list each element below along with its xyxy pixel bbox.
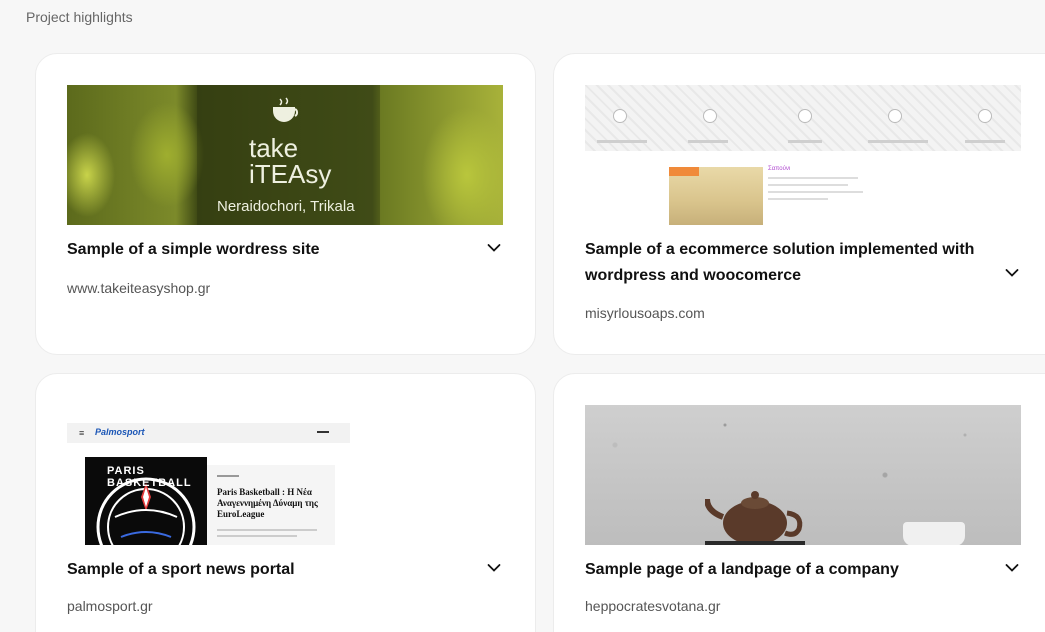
chevron-down-icon[interactable] bbox=[487, 243, 501, 253]
thumbnail-brand-text: take iTEAsy bbox=[249, 133, 332, 189]
section-title: Project highlights bbox=[26, 9, 133, 25]
project-title: Sample of a ecommerce solution implement… bbox=[585, 241, 975, 284]
project-title: Sample of a simple wordress site bbox=[67, 241, 320, 258]
badge-text: PARIS BASKETBALL bbox=[107, 465, 192, 489]
thumbnail-caption: Neraidochori, Trikala bbox=[217, 198, 355, 215]
project-title: Sample page of a landpage of a company bbox=[585, 561, 899, 578]
project-thumbnail bbox=[585, 405, 1021, 545]
project-url[interactable]: heppocratesvotana.gr bbox=[585, 598, 720, 614]
news-logo: Palmosport bbox=[95, 427, 145, 437]
project-card-takeiteasy[interactable]: take iTEAsy Neraidochori, Trikala Sample… bbox=[35, 53, 536, 355]
project-card-palmosport[interactable]: ≡ Palmosport PARIS BASKETBALL Paris Bask… bbox=[35, 373, 536, 632]
project-thumbnail: Σαπούνι bbox=[585, 85, 1021, 225]
project-url[interactable]: www.takeiteasyshop.gr bbox=[67, 280, 210, 296]
chevron-down-icon[interactable] bbox=[1005, 563, 1019, 573]
project-thumbnail: take iTEAsy Neraidochori, Trikala bbox=[67, 85, 503, 225]
paris-basketball-logo: PARIS BASKETBALL bbox=[85, 457, 207, 545]
project-title: Sample of a sport news portal bbox=[67, 561, 295, 578]
teacup-logo-icon bbox=[273, 97, 299, 122]
teacup-image bbox=[903, 522, 965, 545]
teapot-image bbox=[705, 491, 805, 545]
project-url[interactable]: misyrlousoaps.com bbox=[585, 305, 705, 321]
news-headline: Paris Basketball : Η Νέα Αναγεννημένη Δύ… bbox=[217, 487, 318, 519]
product-heading: Σαπούνι bbox=[768, 166, 791, 172]
project-thumbnail: ≡ Palmosport PARIS BASKETBALL Paris Bask… bbox=[67, 423, 350, 545]
project-url[interactable]: palmosport.gr bbox=[67, 598, 153, 614]
chevron-down-icon[interactable] bbox=[1005, 268, 1019, 278]
project-card-heppocratesvotana[interactable]: Sample page of a landpage of a company h… bbox=[553, 373, 1045, 632]
project-card-misyrlousoaps[interactable]: Σαπούνι Sample of a ecommerce solution i… bbox=[553, 53, 1045, 355]
chevron-down-icon[interactable] bbox=[487, 563, 501, 573]
